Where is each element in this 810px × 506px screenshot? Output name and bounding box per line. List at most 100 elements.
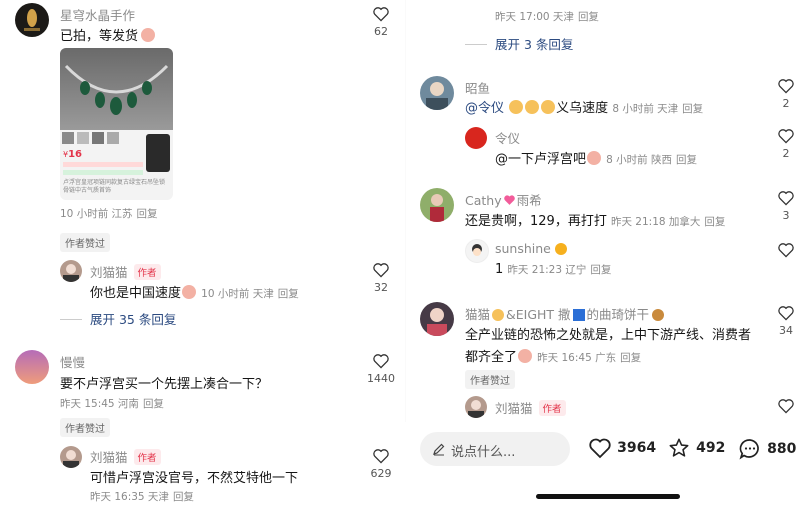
mention-link[interactable]: @令仪 [465,101,504,116]
like-count: 3 [782,209,790,222]
comment-username[interactable]: 猫猫 &EIGHT 撒的曲琦饼干 [465,304,665,323]
product-image[interactable]: ¥16 卢浮宫皇冠项链同款复古绿宝石吊坠锁骨链中古气质首饰 [60,48,173,200]
comment-meta: 昨天 15:45 河南 回复 [60,398,164,410]
like-button[interactable]: 3 [766,190,806,222]
reply-button[interactable]: 回复 [278,288,299,300]
comment-input[interactable]: 说点什么... [420,432,570,466]
crystal-logo-icon [24,9,40,31]
author-tag: 作者 [538,400,566,416]
like-count: 34 [779,324,793,337]
favorite-action-button[interactable]: 492 [667,437,725,459]
author-tag: 作者 [133,449,161,465]
like-count: 2 [782,147,790,160]
comment-text: 全产业链的恐怖之处就是，上中下游产线、消费者 [465,328,752,343]
like-count: 32 [374,281,388,294]
comment-username[interactable]: Cathy 雨希 [465,190,542,209]
star-icon [669,438,689,457]
emoji-icon [518,349,533,363]
reply-text: 可惜卢浮宫没官号，不然艾特他一下 [90,471,299,486]
user-photo-icon [430,194,444,222]
reply-username[interactable]: 令仪 [495,128,520,147]
heart-icon [778,79,794,94]
reply-button[interactable]: 回复 [143,398,164,410]
comment-username[interactable]: 慢慢 [60,352,85,371]
comment-meta: 昨天 17:00 天津 回复 [495,11,599,23]
avatar[interactable] [15,350,49,384]
heart-icon [589,438,611,459]
emoji-icon [587,151,602,165]
author-liked-badge: 作者赞过 [60,233,110,252]
comment-username[interactable]: 星穹水晶手作 [60,5,135,24]
reply-username[interactable]: 刘猫猫 作者 [90,447,161,466]
pencil-icon [433,443,445,456]
reply-button[interactable]: 回复 [578,11,599,23]
comment-text: 要不卢浮宫买一个先摆上凑合一下？ [60,377,269,392]
expand-replies-link[interactable]: 展开 3 条回复 [465,34,573,53]
like-count: 1440 [367,372,395,385]
comment-action-button[interactable]: 880 [738,437,796,461]
avatar[interactable] [465,239,489,263]
like-button[interactable]: 629 [361,448,401,480]
product-title: 卢浮宫皇冠项链同款复古绿宝石吊坠锁骨链中古气质首饰 [63,179,166,194]
heart-icon [778,191,794,206]
like-count: 2 [782,97,790,110]
reply-button[interactable]: 回复 [137,208,158,220]
comment-meta: 10 小时前 江苏 回复 [60,208,158,220]
user-photo-icon [63,450,79,468]
comment-input-placeholder: 说点什么... [451,445,516,460]
like-button[interactable]: 34 [766,305,806,337]
avatar[interactable] [465,127,487,149]
heart-icon [778,399,794,414]
comment-text: @令仪 义乌速度 8 小时前 天津 回复 [465,100,704,116]
like-button[interactable] [766,242,806,261]
user-photo-icon [426,82,448,110]
avatar[interactable] [465,396,487,418]
reply-username[interactable]: sunshine [495,241,567,256]
like-button[interactable]: 2 [766,78,806,110]
comment-text: 还是贵啊，129，再打打 昨天 21:18 加拿大 回复 [465,214,726,229]
author-tag: 作者 [133,264,161,280]
avatar[interactable] [60,446,82,468]
pink-heart-icon [503,195,515,205]
like-button[interactable] [766,398,806,414]
reply-button[interactable]: 回复 [620,352,641,364]
reply-text: 1 昨天 21:23 辽宁 回复 [495,262,612,277]
avatar[interactable] [420,302,454,336]
reply-button[interactable]: 回复 [682,103,703,115]
reply-button[interactable]: 回复 [704,216,725,228]
reply-button[interactable]: 回复 [590,264,611,276]
sunflower-icon [554,243,567,255]
cartoon-avatar-icon [472,244,482,256]
avatar[interactable] [420,188,454,222]
cookie-icon [652,309,665,321]
like-button[interactable]: 1440 [361,353,401,385]
like-button[interactable]: 32 [361,262,401,294]
comment-count: 880 [767,441,797,457]
like-button[interactable]: 2 [766,128,806,160]
comment-username[interactable]: 昭鱼 [465,78,490,97]
reply-username[interactable]: 刘猫猫 作者 [495,398,566,417]
author-liked-badge: 作者赞过 [465,370,515,389]
emoji-icon [541,100,556,114]
necklace-photo-icon [60,48,173,130]
comment-text: 都齐全了 昨天 16:45 广东 回复 [465,349,642,365]
reply-username[interactable]: 刘猫猫 作者 [90,262,161,281]
avatar[interactable] [15,3,49,37]
avatar[interactable] [60,260,82,282]
total-like-count: 3964 [617,440,657,456]
heart-icon [778,306,794,321]
avatar[interactable] [420,76,454,110]
expand-replies-link[interactable]: 展开 35 条回复 [60,309,176,328]
like-action-button[interactable]: 3964 [588,437,656,459]
user-photo-icon [427,308,447,336]
cat-face-icon [492,309,505,321]
comment-text: 已拍，等发货 [60,25,156,44]
user-photo-icon [468,400,484,418]
reply-button[interactable]: 回复 [676,154,697,166]
reply-button[interactable]: 回复 [173,491,194,503]
reply-meta: 昨天 16:35 天津 回复 [90,491,194,503]
favorite-count: 492 [696,440,726,456]
user-photo-icon [63,264,79,282]
like-button[interactable]: 62 [361,6,401,38]
like-count: 629 [370,467,392,480]
